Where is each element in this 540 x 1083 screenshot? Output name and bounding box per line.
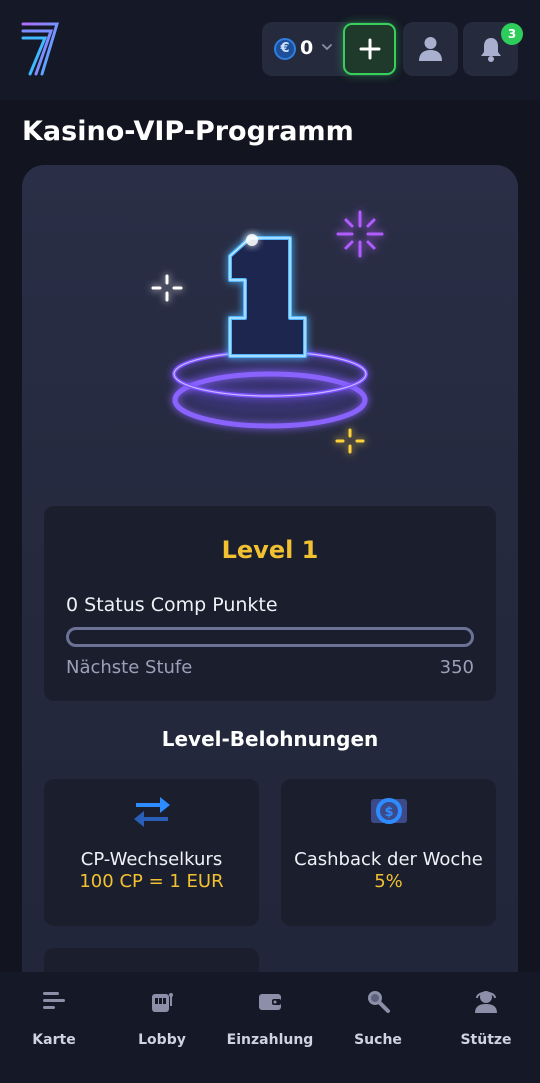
user-icon [419,37,442,61]
reward-value: 100 CP = 1 EUR [79,871,224,892]
reward-value: 5% [374,871,403,892]
current-level-title: Level 1 [221,536,319,564]
bottom-navigation: Karte Lobby Einzahlung Suche Stütze [0,972,540,1083]
nav-item-stuetze[interactable]: Stütze [432,972,540,1083]
nav-label: Suche [354,1032,402,1048]
notification-count-badge: 3 [501,23,523,45]
balance-amount: 0 [300,37,314,59]
reward-card-weekly-cashback: $ Cashback der Woche 5% [281,779,496,926]
status-points-text: 0 Status Comp Punkte [66,594,278,616]
nav-item-lobby[interactable]: Lobby [108,972,216,1083]
chevron-down-icon [322,44,332,51]
nav-label: Stütze [460,1032,512,1048]
menu-icon [43,992,65,1009]
level-rewards-heading: Level-Belohnungen [161,727,379,751]
profile-button[interactable] [403,22,458,76]
plus-icon [359,38,381,60]
nav-item-karte[interactable]: Karte [0,972,108,1083]
euro-currency-icon: € [274,38,296,60]
wallet-icon [259,994,281,1010]
nav-label: Karte [32,1032,76,1048]
level-progress-bar [66,627,474,647]
cashback-money-icon: $ [370,798,407,824]
exchange-arrows-icon [133,797,170,827]
next-level-label: Nächste Stufe [66,657,193,678]
brand-logo[interactable] [20,20,60,78]
reward-label: CP-Wechselkurs [80,849,223,870]
nav-label: Lobby [138,1032,186,1048]
slot-machine-icon [152,993,173,1012]
nav-item-einzahlung[interactable]: Einzahlung [216,972,324,1083]
nav-label: Einzahlung [226,1032,314,1048]
page-title: Kasino-VIP-Programm [22,116,354,147]
reward-card-exchange-rate: CP-Wechselkurs 100 CP = 1 EUR [44,779,259,926]
deposit-plus-button[interactable] [343,23,396,75]
search-icon [368,991,390,1013]
svg-text:$: $ [384,805,393,820]
next-level-points: 350 [439,657,474,678]
support-agent-icon [475,991,497,1013]
reward-label: Cashback der Woche [294,849,483,870]
bell-icon [481,38,501,62]
level-progress-panel: Level 1 0 Status Comp Punkte Nächste Stu… [44,506,496,701]
level-one-neon-illustration [151,210,384,454]
top-header: € 0 3 [0,0,540,100]
nav-item-suche[interactable]: Suche [324,972,432,1083]
